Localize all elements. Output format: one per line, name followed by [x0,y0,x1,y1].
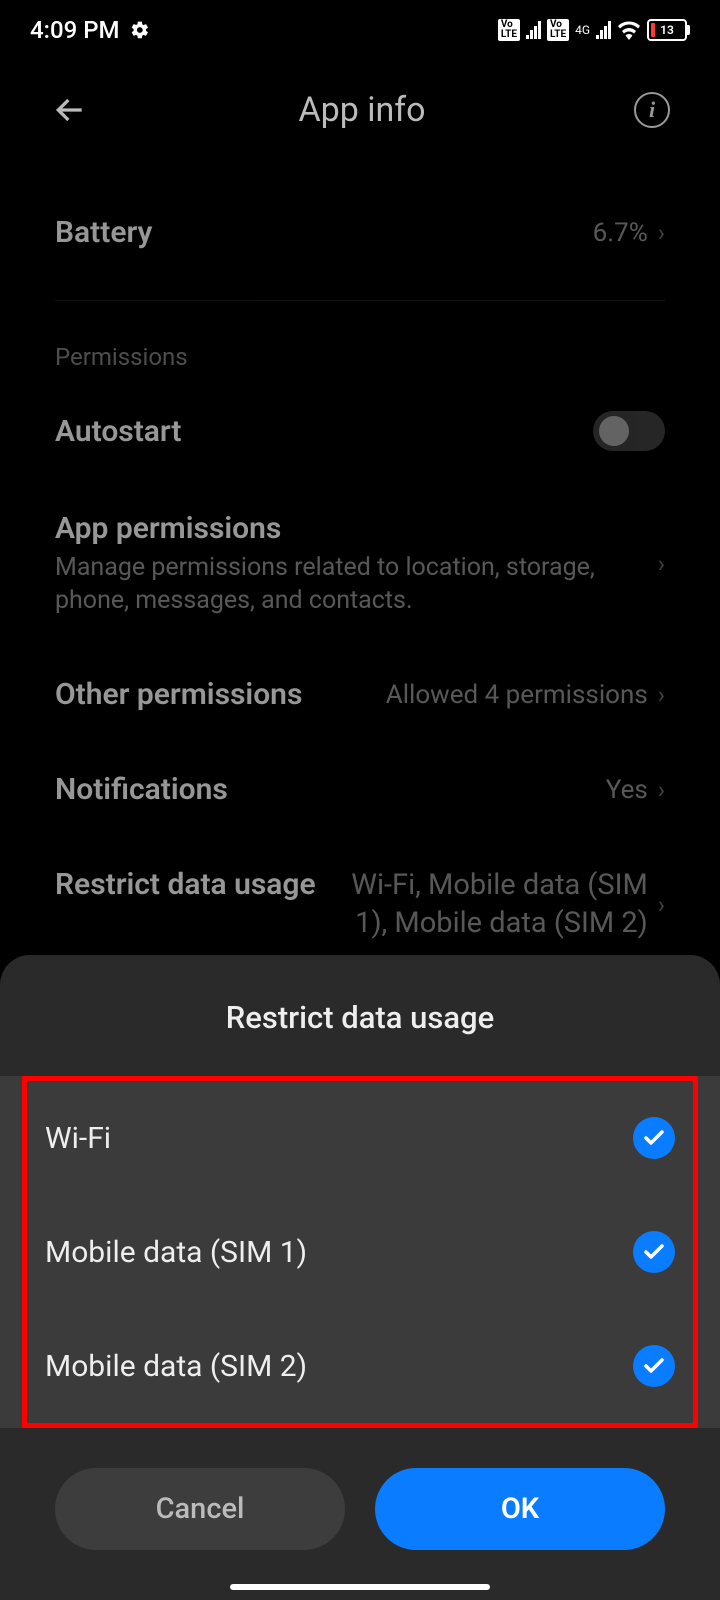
gear-icon [130,20,150,40]
chevron-right-icon: › [658,550,665,578]
chevron-right-icon: › [658,776,665,804]
status-time: 4:09 PM [30,16,120,44]
info-button[interactable]: i [634,92,670,128]
autostart-label: Autostart [55,414,182,449]
autostart-row[interactable]: Autostart [55,381,665,481]
sheet-title: Restrict data usage [0,955,720,1076]
option-sim2[interactable]: Mobile data (SIM 2) [45,1309,675,1423]
autostart-toggle[interactable] [593,411,665,451]
settings-list: Battery 6.7% › Permissions Autostart App… [0,160,720,972]
check-icon [633,1231,675,1273]
battery-value: 6.7% › [593,218,665,248]
permissions-section-label: Permissions [55,321,665,381]
cancel-button[interactable]: Cancel [55,1468,345,1550]
status-bar: 4:09 PM VoLTE VoLTE 4G 13 [0,0,720,60]
back-button[interactable] [50,90,90,130]
options-highlight: Wi-Fi Mobile data (SIM 1) Mobile data (S… [22,1076,698,1428]
chevron-right-icon: › [658,891,665,919]
volte-icon-1: VoLTE [498,19,520,41]
wifi-icon [617,20,641,40]
page-title: App info [298,90,425,130]
other-permissions-label: Other permissions [55,677,302,712]
chevron-right-icon: › [658,219,665,247]
battery-label: Battery [55,215,152,250]
header: App info i [0,60,720,160]
signal-bars-2 [596,21,611,39]
notifications-row[interactable]: Notifications Yes › [55,742,665,837]
app-permissions-row[interactable]: App permissions Manage permissions relat… [55,481,665,647]
app-permissions-label: App permissions [55,511,658,546]
option-wifi[interactable]: Wi-Fi [45,1081,675,1195]
volte-icon-2: VoLTE [547,19,569,41]
chevron-right-icon: › [658,681,665,709]
other-permissions-row[interactable]: Other permissions Allowed 4 permissions … [55,647,665,742]
option-sim1-label: Mobile data (SIM 1) [45,1235,307,1270]
restrict-data-value: Wi-Fi, Mobile data (SIM 1), Mobile data … [338,867,648,942]
option-sim1[interactable]: Mobile data (SIM 1) [45,1195,675,1309]
restrict-data-row[interactable]: Restrict data usage Wi-Fi, Mobile data (… [55,837,665,972]
battery-icon: 13 [647,19,690,41]
home-indicator[interactable] [230,1584,490,1590]
ok-button[interactable]: OK [375,1468,665,1550]
divider [55,300,665,301]
restrict-data-label: Restrict data usage [55,867,316,902]
network-type: 4G [575,24,590,36]
battery-row[interactable]: Battery 6.7% › [55,160,665,280]
option-sim2-label: Mobile data (SIM 2) [45,1349,307,1384]
check-icon [633,1345,675,1387]
signal-bars-1 [526,21,541,39]
app-permissions-subtitle: Manage permissions related to location, … [55,552,658,617]
notifications-value: Yes › [606,775,665,805]
option-wifi-label: Wi-Fi [45,1121,111,1156]
other-permissions-value: Allowed 4 permissions › [386,680,665,710]
notifications-label: Notifications [55,772,228,807]
restrict-data-sheet: Restrict data usage Wi-Fi Mobile data (S… [0,955,720,1600]
check-icon [633,1117,675,1159]
